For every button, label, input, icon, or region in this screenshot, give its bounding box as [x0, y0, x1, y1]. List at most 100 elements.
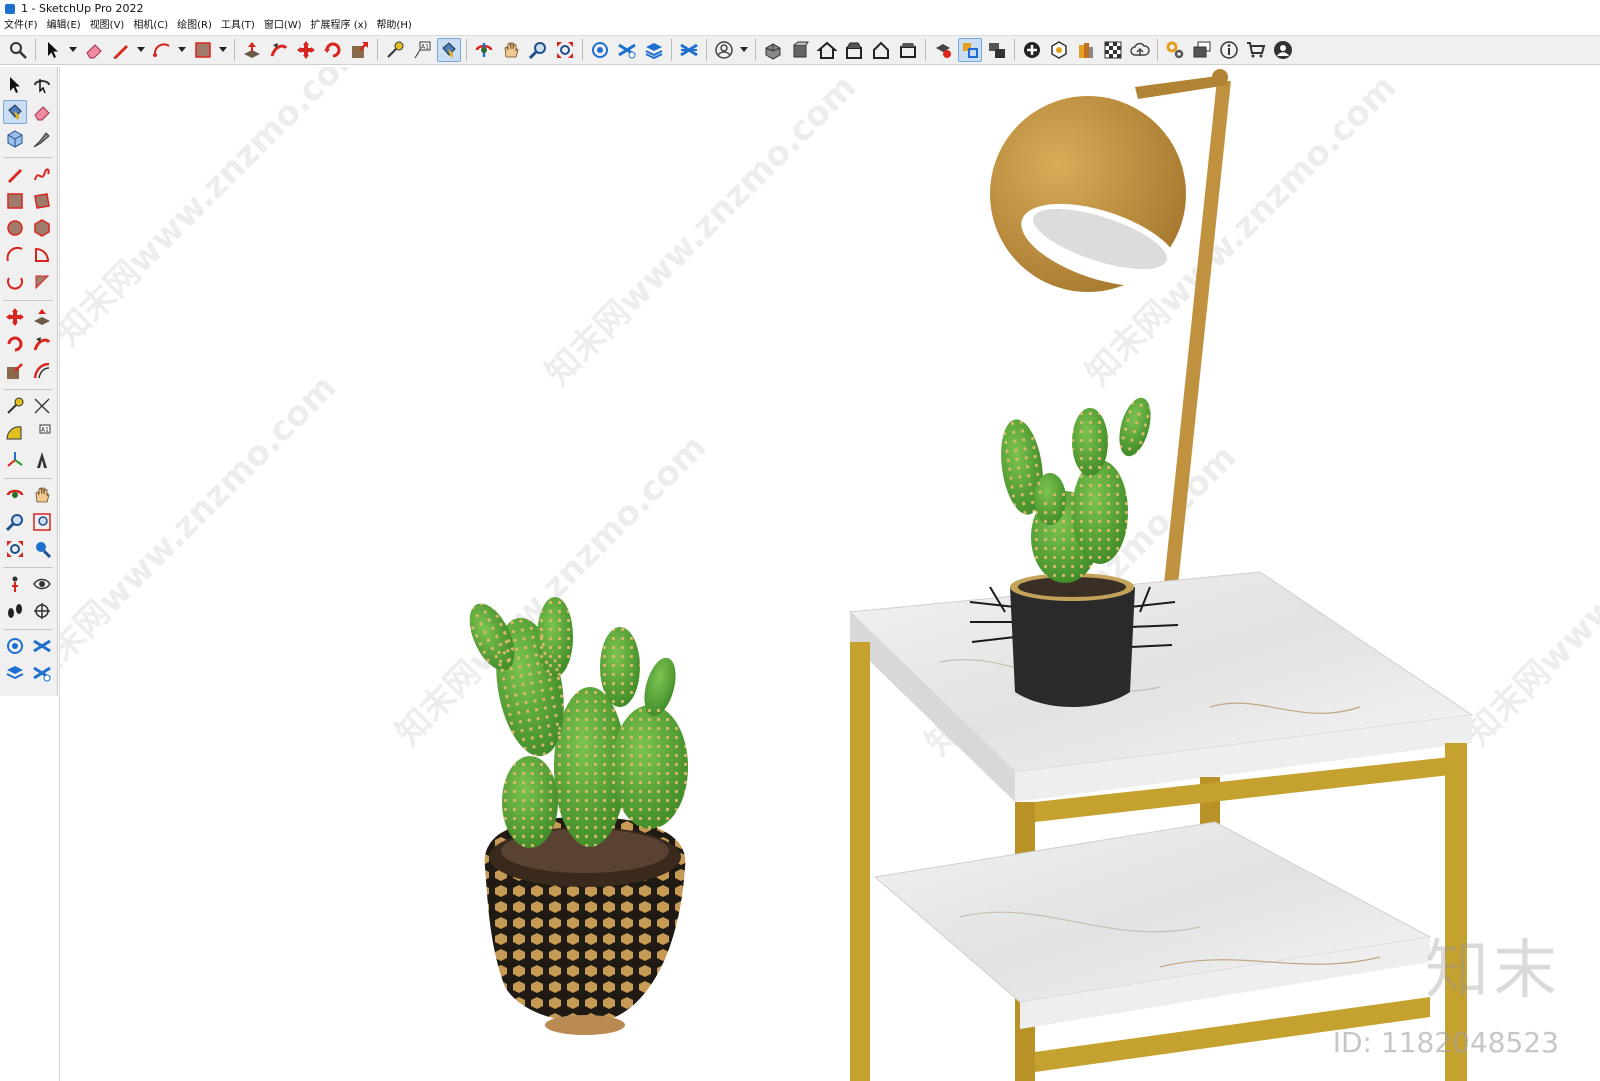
styles-icon[interactable] [931, 38, 955, 62]
protractor-icon[interactable] [3, 421, 27, 445]
menu-extensions[interactable]: 扩展程序 (x) [311, 18, 368, 34]
warehouse-icon[interactable] [3, 634, 27, 658]
chevron-down-icon[interactable] [218, 38, 227, 62]
pencil-icon[interactable] [3, 162, 27, 186]
pencil-icon[interactable] [109, 38, 133, 62]
tape-measure-icon[interactable] [3, 394, 27, 418]
settings-icon[interactable] [1163, 38, 1187, 62]
orbit-icon[interactable] [30, 73, 54, 97]
arc-icon[interactable] [150, 38, 174, 62]
rotated-rectangle-icon[interactable] [30, 189, 54, 213]
solid-icon[interactable] [1047, 38, 1071, 62]
search-icon[interactable] [6, 38, 30, 62]
pan-icon[interactable] [499, 38, 523, 62]
component-icon[interactable] [3, 127, 27, 151]
three-point-arc-icon[interactable] [30, 270, 54, 294]
extension-icon[interactable] [615, 38, 639, 62]
menu-edit[interactable]: 编辑(E) [47, 18, 81, 34]
paint-bucket-icon[interactable] [437, 38, 461, 62]
warehouse-icon[interactable] [588, 38, 612, 62]
text-icon[interactable]: A1 [30, 421, 54, 445]
walk-icon[interactable] [3, 599, 27, 623]
scale-icon[interactable] [3, 359, 27, 383]
push-pull-icon[interactable] [30, 305, 54, 329]
chevron-down-icon[interactable] [177, 38, 186, 62]
3d-text-icon[interactable] [30, 448, 54, 472]
select-icon[interactable] [41, 38, 65, 62]
menu-camera[interactable]: 相机(C) [133, 18, 168, 34]
zoom-extents-icon[interactable] [3, 537, 27, 561]
menu-view[interactable]: 视图(V) [90, 18, 125, 34]
menu-tools[interactable]: 工具(T) [221, 18, 255, 34]
tape-measure-icon[interactable] [383, 38, 407, 62]
menu-window[interactable]: 窗口(W) [264, 18, 302, 34]
toolbar-separator [671, 39, 672, 61]
position-camera-icon[interactable] [3, 572, 27, 596]
orbit-icon[interactable] [472, 38, 496, 62]
look-around-icon[interactable] [30, 572, 54, 596]
shadows-icon[interactable] [958, 38, 982, 62]
two-point-arc-icon[interactable] [3, 270, 27, 294]
offset-icon[interactable] [30, 359, 54, 383]
move-icon[interactable] [3, 305, 27, 329]
pan-icon[interactable] [30, 483, 54, 507]
follow-me-icon[interactable] [30, 332, 54, 356]
top-view-icon[interactable] [842, 38, 866, 62]
push-pull-icon[interactable] [240, 38, 264, 62]
scenes-icon[interactable] [1190, 38, 1214, 62]
right-view-icon[interactable] [869, 38, 893, 62]
menu-help[interactable]: 帮助(H) [376, 18, 411, 34]
chevron-down-icon[interactable] [68, 38, 77, 62]
materials-icon[interactable] [1074, 38, 1098, 62]
move-icon[interactable] [294, 38, 318, 62]
eraser-icon[interactable] [82, 38, 106, 62]
cart-icon[interactable] [1244, 38, 1268, 62]
extension-icon[interactable] [30, 634, 54, 658]
section-plane-icon[interactable] [30, 599, 54, 623]
add-icon[interactable] [1020, 38, 1044, 62]
home-view-icon[interactable] [815, 38, 839, 62]
layers-icon[interactable] [3, 661, 27, 685]
rotate-icon[interactable] [321, 38, 345, 62]
zoom-icon[interactable] [3, 510, 27, 534]
text-icon[interactable]: A1 [410, 38, 434, 62]
sandbox-icon[interactable] [677, 38, 701, 62]
zoom-icon[interactable] [526, 38, 550, 62]
axes-icon[interactable] [3, 448, 27, 472]
zoom-window-icon[interactable] [30, 510, 54, 534]
back-view-icon[interactable] [896, 38, 920, 62]
circle-icon[interactable] [3, 216, 27, 240]
select-icon[interactable] [3, 73, 27, 97]
paint-bucket-icon[interactable] [3, 100, 27, 124]
arc-icon[interactable] [3, 243, 27, 267]
info-icon[interactable] [1217, 38, 1241, 62]
freehand-icon[interactable] [30, 162, 54, 186]
zoom-extents-icon[interactable] [553, 38, 577, 62]
sections-icon[interactable] [985, 38, 1009, 62]
menu-file[interactable]: 文件(F) [4, 18, 38, 34]
chevron-down-icon[interactable] [739, 38, 748, 62]
polygon-icon[interactable] [30, 216, 54, 240]
account-icon[interactable] [1271, 38, 1295, 62]
chevron-down-icon[interactable] [136, 38, 145, 62]
rectangle-icon[interactable] [3, 189, 27, 213]
eraser-icon[interactable] [30, 100, 54, 124]
orbit-icon[interactable] [3, 483, 27, 507]
xray-icon[interactable] [1101, 38, 1125, 62]
drawing-viewport[interactable]: 知末网www.znzmo.com 知末网www.znzmo.com 知末网www… [59, 67, 1600, 1081]
follow-me-icon[interactable] [267, 38, 291, 62]
cloud-icon[interactable] [1128, 38, 1152, 62]
pie-icon[interactable] [30, 243, 54, 267]
iso-view-icon[interactable] [761, 38, 785, 62]
scale-icon[interactable] [348, 38, 372, 62]
menu-draw[interactable]: 绘图(R) [177, 18, 212, 34]
rectangle-icon[interactable] [191, 38, 215, 62]
sandbox-icon[interactable] [30, 661, 54, 685]
dimension-icon[interactable] [30, 394, 54, 418]
front-view-icon[interactable] [788, 38, 812, 62]
profile-icon[interactable] [712, 38, 736, 62]
previous-view-icon[interactable] [30, 537, 54, 561]
rotate-icon[interactable] [3, 332, 27, 356]
layers-icon[interactable] [642, 38, 666, 62]
tag-icon[interactable] [30, 127, 54, 151]
